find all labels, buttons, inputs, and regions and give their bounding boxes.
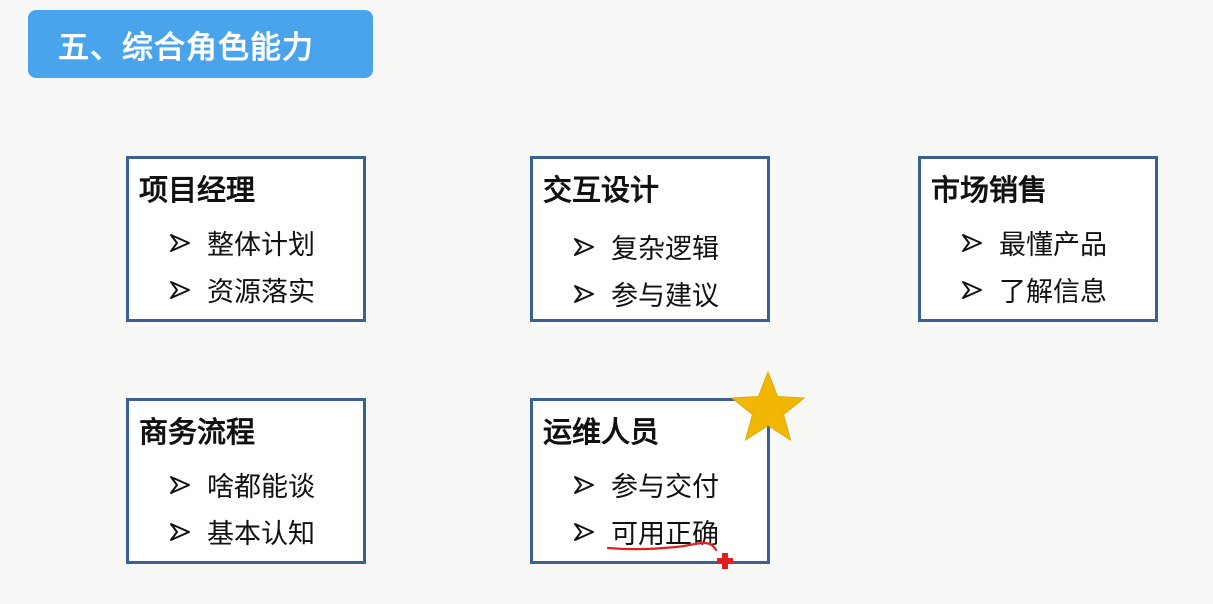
section-title-banner: 五、综合角色能力 (28, 10, 373, 78)
arrowhead-bullet-icon (959, 279, 987, 301)
role-card-item-label: 最懂产品 (999, 230, 1107, 261)
star-icon (730, 370, 806, 442)
role-card-item-label: 了解信息 (999, 277, 1107, 308)
role-card-marketing-sales: 市场销售 最懂产品 了解信息 (918, 156, 1158, 322)
role-card-item: 参与建议 (571, 274, 719, 313)
role-card-title: 项目经理 (139, 173, 256, 207)
role-card-interaction-design: 交互设计 复杂逻辑 参与建议 (530, 156, 770, 322)
role-card-item: 资源落实 (167, 270, 315, 309)
role-card-item-label: 参与建议 (611, 281, 719, 312)
annotation-underline (606, 541, 718, 552)
role-card-title: 运维人员 (543, 415, 660, 449)
arrowhead-bullet-icon (571, 521, 599, 543)
role-card-item: 整体计划 (167, 223, 315, 262)
role-card-item: 基本认知 (167, 512, 315, 551)
role-card-business-process: 商务流程 啥都能谈 基本认知 (126, 398, 366, 564)
arrowhead-bullet-icon (571, 236, 599, 258)
role-card-title: 商务流程 (139, 415, 256, 449)
role-card-item: 最懂产品 (959, 223, 1107, 262)
role-card-item-label: 参与交付 (611, 472, 719, 503)
role-card-item-label: 资源落实 (207, 277, 315, 308)
role-card-item: 啥都能谈 (167, 465, 315, 504)
arrowhead-bullet-icon (167, 279, 195, 301)
role-card-item-label: 整体计划 (207, 230, 315, 261)
role-card-item: 参与交付 (571, 465, 719, 504)
arrowhead-bullet-icon (571, 474, 599, 496)
red-plus-cursor-icon (717, 553, 733, 569)
arrowhead-bullet-icon (959, 232, 987, 254)
arrowhead-bullet-icon (167, 232, 195, 254)
role-card-item: 了解信息 (959, 270, 1107, 309)
role-card-item: 复杂逻辑 (571, 227, 719, 266)
role-card-item-label: 啥都能谈 (207, 472, 315, 503)
arrowhead-bullet-icon (571, 283, 599, 305)
arrowhead-bullet-icon (167, 521, 195, 543)
arrowhead-bullet-icon (167, 474, 195, 496)
role-card-title: 市场销售 (931, 173, 1048, 207)
section-title: 五、综合角色能力 (58, 29, 314, 66)
role-card-title: 交互设计 (543, 173, 660, 207)
role-card-item-label: 基本认知 (207, 519, 315, 550)
role-card-item-label: 复杂逻辑 (611, 234, 719, 265)
role-card-project-manager: 项目经理 整体计划 资源落实 (126, 156, 366, 322)
